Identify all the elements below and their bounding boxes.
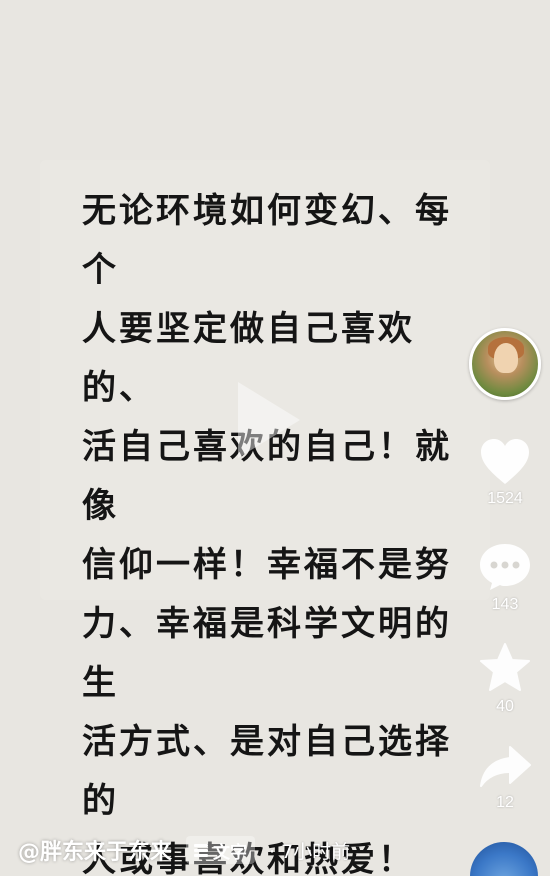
author-avatar[interactable] <box>469 328 541 400</box>
share-button[interactable]: 12 <box>470 744 540 812</box>
avatar-face <box>494 343 518 373</box>
post-type-badge: 文字 <box>186 836 256 864</box>
heart-icon <box>481 439 529 484</box>
music-disc[interactable] <box>470 842 538 876</box>
post-footer: @胖东来于东来 文字 · 7小时前 <box>18 832 350 868</box>
post-time: · 7小时前 <box>269 840 351 863</box>
comment-count: 143 <box>491 596 519 613</box>
like-button[interactable]: 1524 <box>470 438 540 508</box>
star-icon <box>480 643 530 691</box>
share-arrow-icon <box>480 746 531 787</box>
share-count: 12 <box>496 794 514 811</box>
author-name[interactable]: @胖东来于东来 <box>18 834 172 866</box>
play-icon[interactable] <box>238 382 300 458</box>
like-count: 1524 <box>487 490 523 507</box>
favorite-button[interactable]: 40 <box>470 642 540 716</box>
post-type-label: 文字 <box>213 842 248 863</box>
post-text: 无论环境如何变幻、每个 人要坚定做自己喜欢的、 活自己喜欢的自己！就像 信仰一样… <box>82 191 452 876</box>
text-lines-icon <box>194 842 209 859</box>
comment-bubble-icon <box>480 544 530 590</box>
favorite-count: 40 <box>496 698 514 715</box>
video-feed-screen: 无论环境如何变幻、每个 人要坚定做自己喜欢的、 活自己喜欢的自己！就像 信仰一样… <box>0 0 550 876</box>
comment-button[interactable]: 143 <box>470 542 540 614</box>
